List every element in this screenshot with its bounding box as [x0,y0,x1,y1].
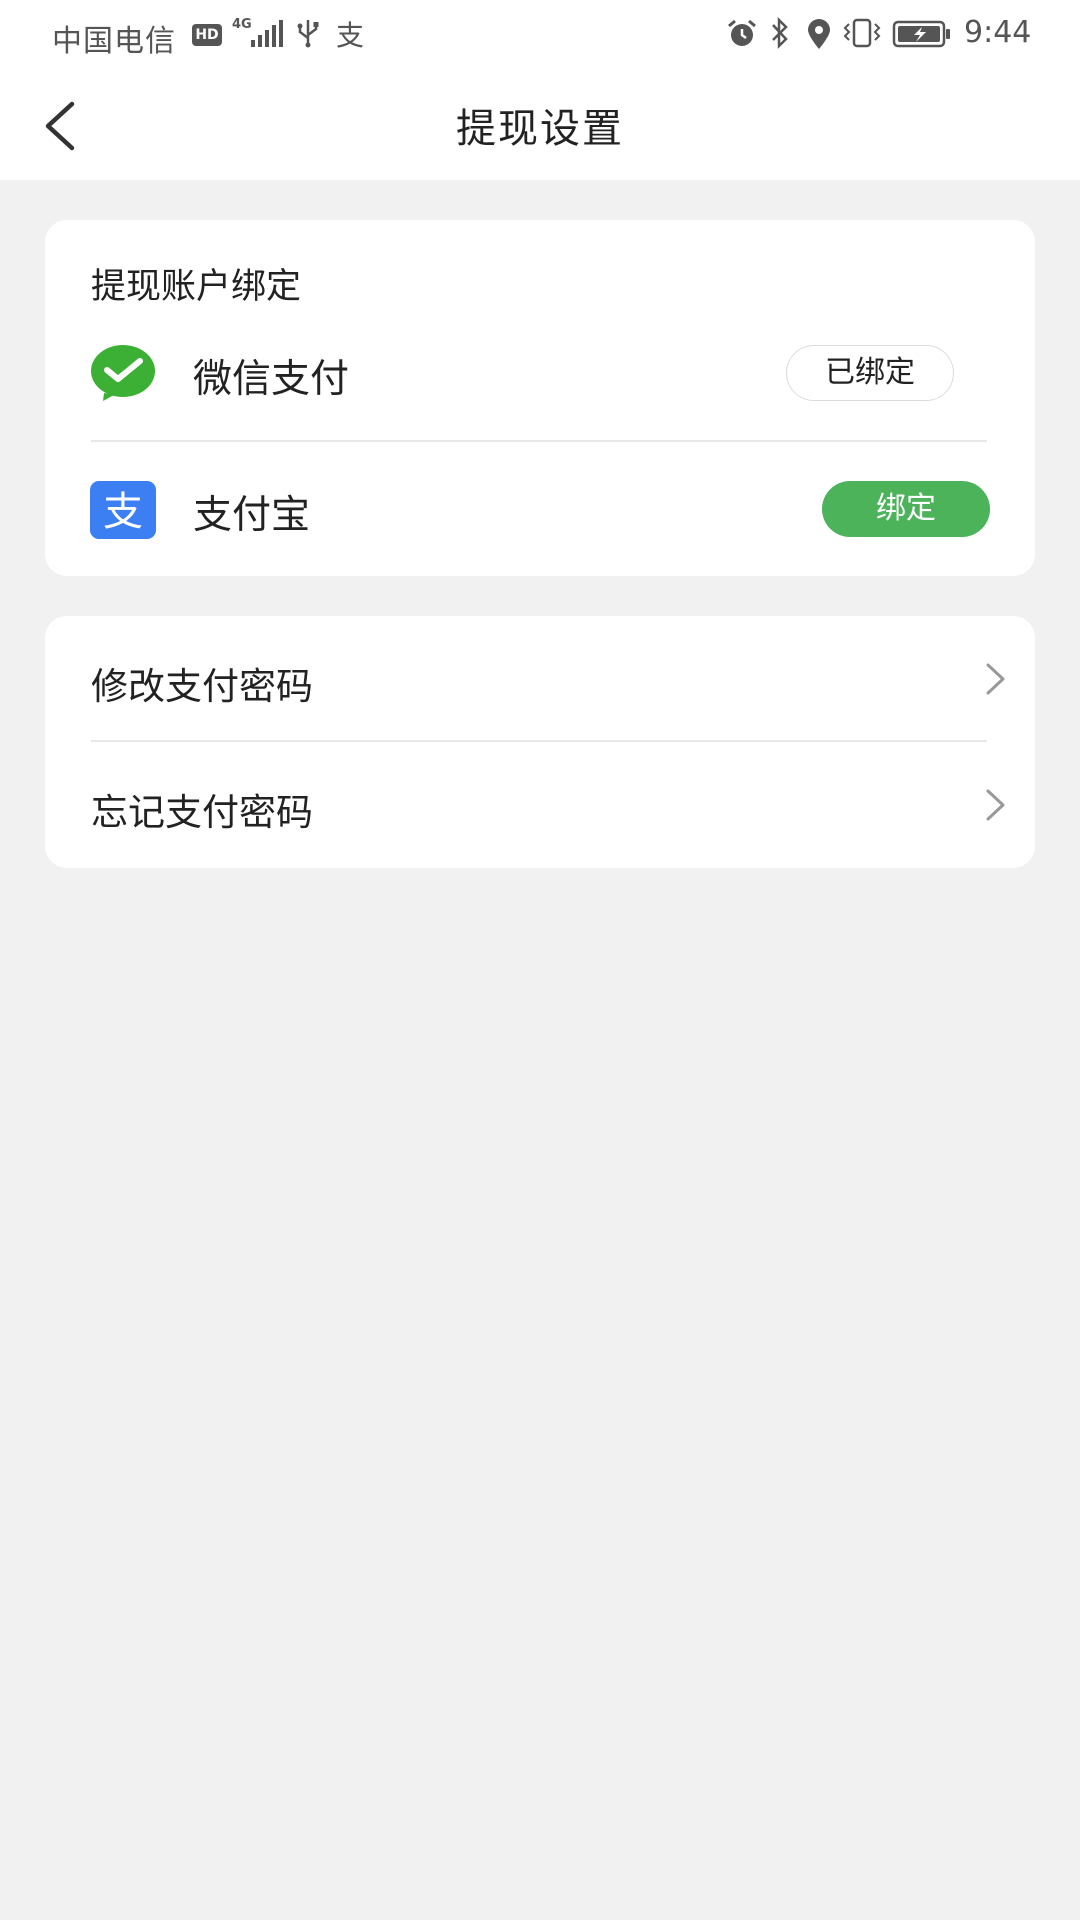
forgot-password-label: 忘记支付密码 [91,791,313,834]
alipay-status-icon: 支 [336,19,365,52]
alipay-label: 支付宝 [193,493,311,538]
alipay-icon: 支 [90,481,156,539]
wechat-pay-label: 微信支付 [193,357,350,402]
wechat-pay-icon [91,345,155,401]
status-bar: 中国电信 HD 4G 支 9:44 [0,0,1080,70]
wechat-bound-button[interactable]: 已绑定 [786,345,954,401]
alipay-bind-button[interactable]: 绑定 [822,481,990,537]
battery-charging-icon [892,20,950,48]
payment-password-card: 修改支付密码 忘记支付密码 [45,616,1035,868]
clock: 9:44 [964,15,1032,50]
chevron-right-icon [986,663,1005,695]
change-password-label: 修改支付密码 [91,665,313,708]
section-title: 提现账户绑定 [91,267,302,307]
hd-badge: HD [192,24,222,46]
vibrate-icon [843,18,881,48]
alarm-icon [728,19,756,46]
header: 提现设置 [0,70,1080,180]
carrier-name: 中国电信 [52,24,176,59]
page-title: 提现设置 [456,106,624,152]
signal-icon [251,20,283,47]
location-icon [808,19,830,49]
bluetooth-icon [772,16,788,50]
alipay-icon-glyph: 支 [103,489,143,535]
forgot-password-item[interactable]: 忘记支付密码 [45,742,1035,866]
network-type: 4G [232,17,252,32]
change-password-item[interactable]: 修改支付密码 [45,616,1035,740]
chevron-right-icon [986,789,1005,821]
usb-icon [297,20,319,48]
divider [91,440,987,442]
